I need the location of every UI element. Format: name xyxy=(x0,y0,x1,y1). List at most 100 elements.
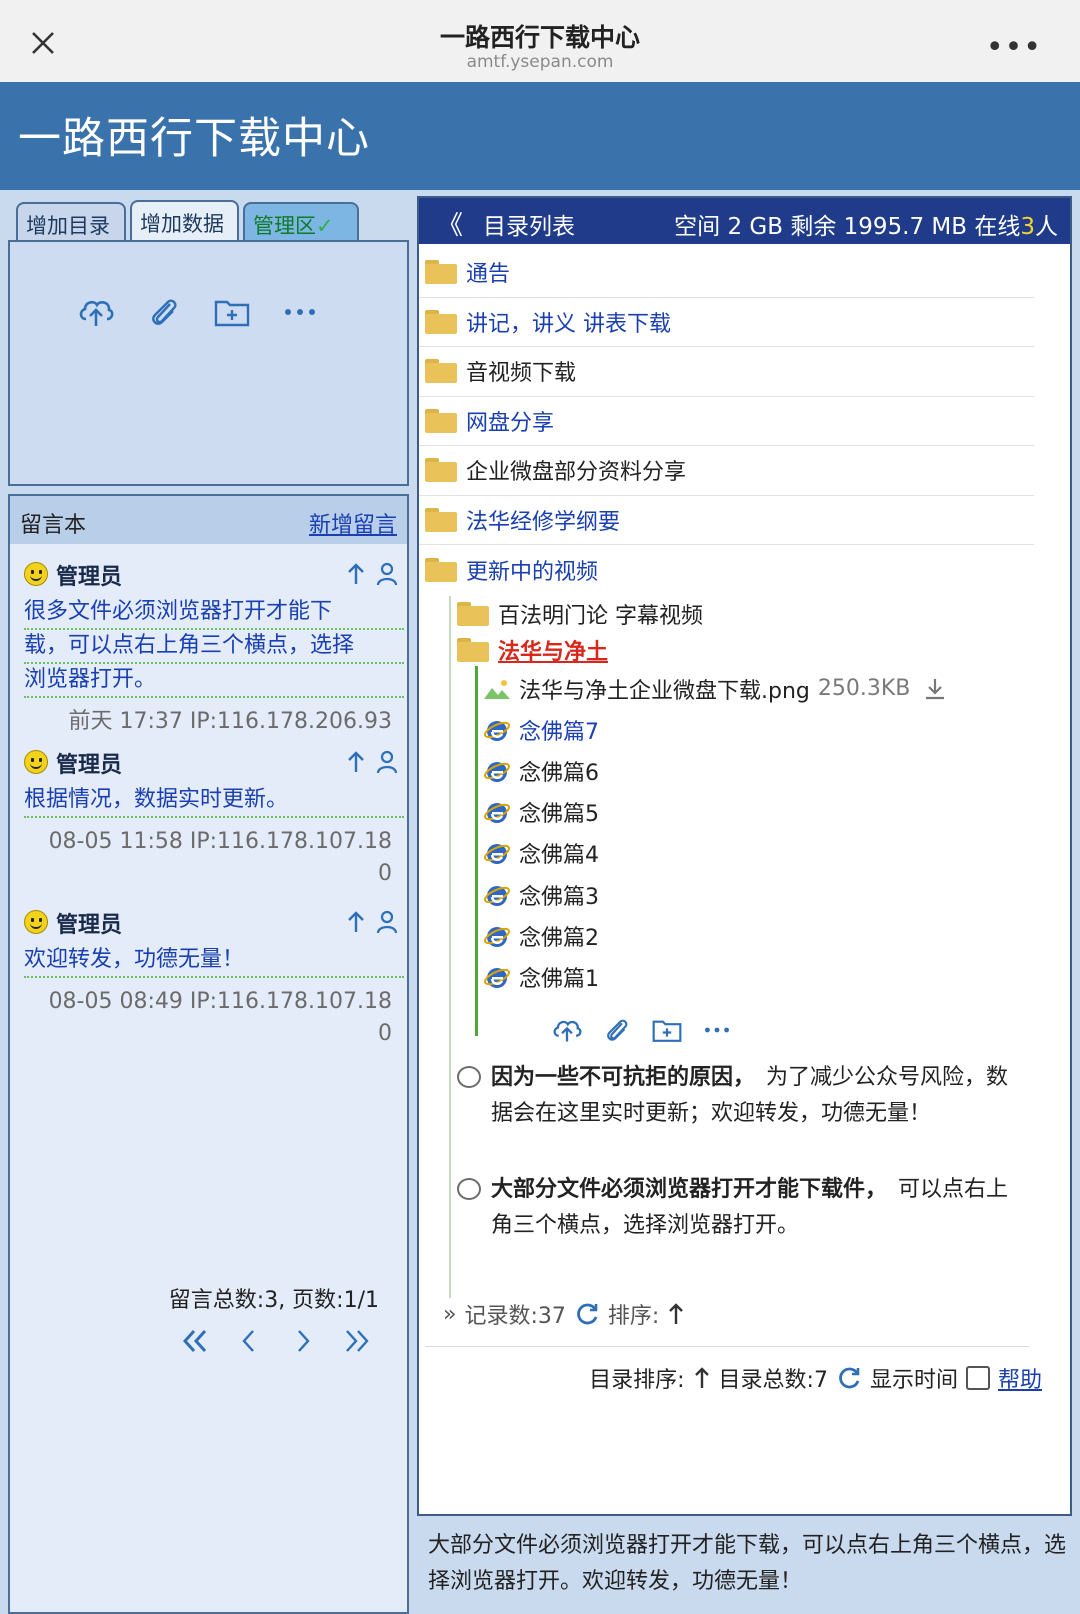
records-row: » 记录数:37 排序: xyxy=(443,1298,685,1330)
show-time-label: 显示时间 xyxy=(869,1368,958,1393)
user-icon[interactable] xyxy=(376,750,398,774)
smiley-icon xyxy=(24,562,48,586)
new-folder-icon[interactable] xyxy=(212,292,252,332)
folder-row[interactable]: 通告 xyxy=(419,248,1034,298)
guestbook-total: 留言总数:3, 页数:1/1 xyxy=(168,1288,379,1313)
collapse-icon[interactable]: 《 xyxy=(437,205,463,242)
expand-icon[interactable]: » xyxy=(443,1302,456,1327)
new-message-link[interactable]: 新增留言 xyxy=(309,507,397,539)
subfolder-row[interactable]: 百法明门论 字幕视频 xyxy=(457,598,703,630)
file-row[interactable]: 念佛篇5 xyxy=(483,792,1023,833)
file-row[interactable]: 念佛篇6 xyxy=(483,750,1023,791)
folder-label: 法华经修学纲要 xyxy=(466,509,621,535)
subfolder-label: 法华与净土 xyxy=(498,640,609,665)
pagination xyxy=(180,1326,372,1356)
message-meta-line: 0 xyxy=(378,861,392,886)
refresh-icon[interactable] xyxy=(574,1301,600,1327)
file-row[interactable]: 念佛篇7 xyxy=(483,709,1023,750)
guestbook-title: 留言本 xyxy=(20,513,87,538)
upload-cloud-icon[interactable] xyxy=(76,292,116,332)
folder-row[interactable]: 企业微盘部分资料分享 xyxy=(419,446,1034,496)
file-row[interactable]: 念佛篇1 xyxy=(483,956,1023,997)
directory-sort-row: 目录排序: 目录总数:7 显示时间 帮助 xyxy=(589,1362,1042,1394)
message-text: 很多文件必须浏览器打开才能下 载，可以点右上角三个横点，选择 浏览器打开。 xyxy=(24,596,404,698)
show-time-checkbox[interactable] xyxy=(965,1366,990,1390)
next-page-icon[interactable] xyxy=(288,1326,318,1356)
more-options-icon[interactable]: ••• xyxy=(986,30,1042,65)
upload-cloud-icon[interactable] xyxy=(551,1014,583,1046)
browser-topbar: 一路西行下载中心 amtf.ysepan.com ••• xyxy=(0,0,1080,82)
message-meta: 前天 17:37 IP:116.178.206.93 xyxy=(24,706,404,738)
message-meta-line: 08-05 08:49 IP:116.178.107.18 xyxy=(48,989,392,1014)
message-line: 载，可以点右上角三个横点，选择 xyxy=(24,630,404,664)
divider xyxy=(425,1346,1029,1347)
notice-item: 因为一些不可抗拒的原因， 为了减少公众号风险，数据会在这里实时更新；欢迎转发，功… xyxy=(457,1060,1017,1132)
image-file-icon xyxy=(484,679,510,699)
directory-panel: 《 目录列表 空间 2 GB 剩余 1995.7 MB 在线3人 通告 讲记，讲… xyxy=(417,196,1072,1516)
folder-row[interactable]: 更新中的视频 xyxy=(419,545,1034,595)
online-suffix: 人 xyxy=(1035,214,1058,240)
last-page-icon[interactable] xyxy=(342,1326,372,1356)
ie-link-icon xyxy=(484,926,510,947)
ie-link-icon xyxy=(484,967,510,988)
attachment-icon[interactable] xyxy=(601,1014,633,1046)
user-icon[interactable] xyxy=(376,562,398,586)
notice-bold: 大部分文件必须浏览器打开才能下载件， xyxy=(491,1177,877,1202)
smiley-icon xyxy=(24,910,48,934)
check-icon: ✓ xyxy=(316,214,334,238)
folder-row[interactable]: 音视频下载 xyxy=(419,347,1034,397)
folder-row[interactable]: 法华经修学纲要 xyxy=(419,496,1034,545)
message-meta-line: 08-05 11:58 IP:116.178.107.18 xyxy=(48,829,392,854)
tab-add-data[interactable]: 增加数据 xyxy=(130,200,239,244)
message-line: 很多文件必须浏览器打开才能下 xyxy=(24,596,404,630)
file-row[interactable]: 念佛篇4 xyxy=(483,833,1023,874)
file-row[interactable]: 念佛篇3 xyxy=(483,874,1023,915)
subfolder-row[interactable]: 法华与净土 xyxy=(457,634,608,666)
file-list: 法华与净土企业微盘下载.png 250.3KB 念佛篇7 念佛篇6 念佛篇5 念… xyxy=(483,668,1023,998)
prev-page-icon[interactable] xyxy=(234,1326,264,1356)
download-icon[interactable] xyxy=(922,676,948,702)
refresh-icon[interactable] xyxy=(836,1365,862,1391)
comment-bubble-icon xyxy=(457,1178,481,1200)
attachment-icon[interactable] xyxy=(144,292,184,332)
tab-admin[interactable]: 管理区✓ xyxy=(243,202,359,242)
upload-panel xyxy=(8,240,409,486)
file-name: 念佛篇2 xyxy=(519,925,599,951)
folder-icon xyxy=(425,359,457,384)
file-name: 法华与净土企业微盘下载.png xyxy=(519,678,810,704)
folder-toolbar xyxy=(551,1014,733,1046)
sort-up-icon[interactable] xyxy=(693,1366,711,1390)
message-line: 浏览器打开。 xyxy=(24,664,404,698)
folder-icon xyxy=(425,557,457,582)
file-row[interactable]: 念佛篇2 xyxy=(483,915,1023,956)
space-info: 空间 2 GB 剩余 1995.7 MB 在线 xyxy=(674,214,1021,240)
record-count: 记录数:37 xyxy=(464,1304,566,1329)
arrow-up-icon[interactable] xyxy=(346,750,366,774)
folder-label: 讲记，讲义 讲表下载 xyxy=(466,311,671,337)
comment-bubble-icon xyxy=(457,1066,481,1088)
user-icon[interactable] xyxy=(376,910,398,934)
folder-row[interactable]: 网盘分享 xyxy=(419,397,1034,446)
more-dots-icon[interactable] xyxy=(280,292,320,332)
more-dots-icon[interactable] xyxy=(701,1014,733,1046)
folder-list: 通告 讲记，讲义 讲表下载 音视频下载 网盘分享 企业微盘部分资料分享 法华经修… xyxy=(419,248,1034,595)
message-text: 欢迎转发，功德无量！ xyxy=(24,944,404,978)
dir-sort-label: 目录排序: xyxy=(589,1368,685,1393)
guestbook-body: 管理员 很多文件必须浏览器打开才能下 载，可以点右上角三个横点，选择 浏览器打开… xyxy=(8,544,409,1614)
file-row[interactable]: 法华与净土企业微盘下载.png 250.3KB xyxy=(483,668,1023,709)
folder-row[interactable]: 讲记，讲义 讲表下载 xyxy=(419,298,1034,347)
arrow-up-icon[interactable] xyxy=(346,910,366,934)
sort-up-icon[interactable] xyxy=(667,1302,685,1326)
message-meta-line: 前天 17:37 IP:116.178.206.93 xyxy=(68,709,392,734)
file-name: 念佛篇5 xyxy=(519,802,599,828)
tab-add-directory[interactable]: 增加目录 xyxy=(16,202,126,242)
directory-header: 《 目录列表 空间 2 GB 剩余 1995.7 MB 在线3人 xyxy=(419,198,1070,244)
folder-label: 网盘分享 xyxy=(466,410,555,436)
new-folder-icon[interactable] xyxy=(651,1014,683,1046)
first-page-icon[interactable] xyxy=(180,1326,210,1356)
help-link[interactable]: 帮助 xyxy=(998,1362,1042,1394)
arrow-up-icon[interactable] xyxy=(346,562,366,586)
message-line: 欢迎转发，功德无量！ xyxy=(24,944,404,978)
file-name: 念佛篇3 xyxy=(519,884,599,910)
guestbook-message: 管理员 很多文件必须浏览器打开才能下 载，可以点右上角三个横点，选择 浏览器打开… xyxy=(24,558,404,738)
